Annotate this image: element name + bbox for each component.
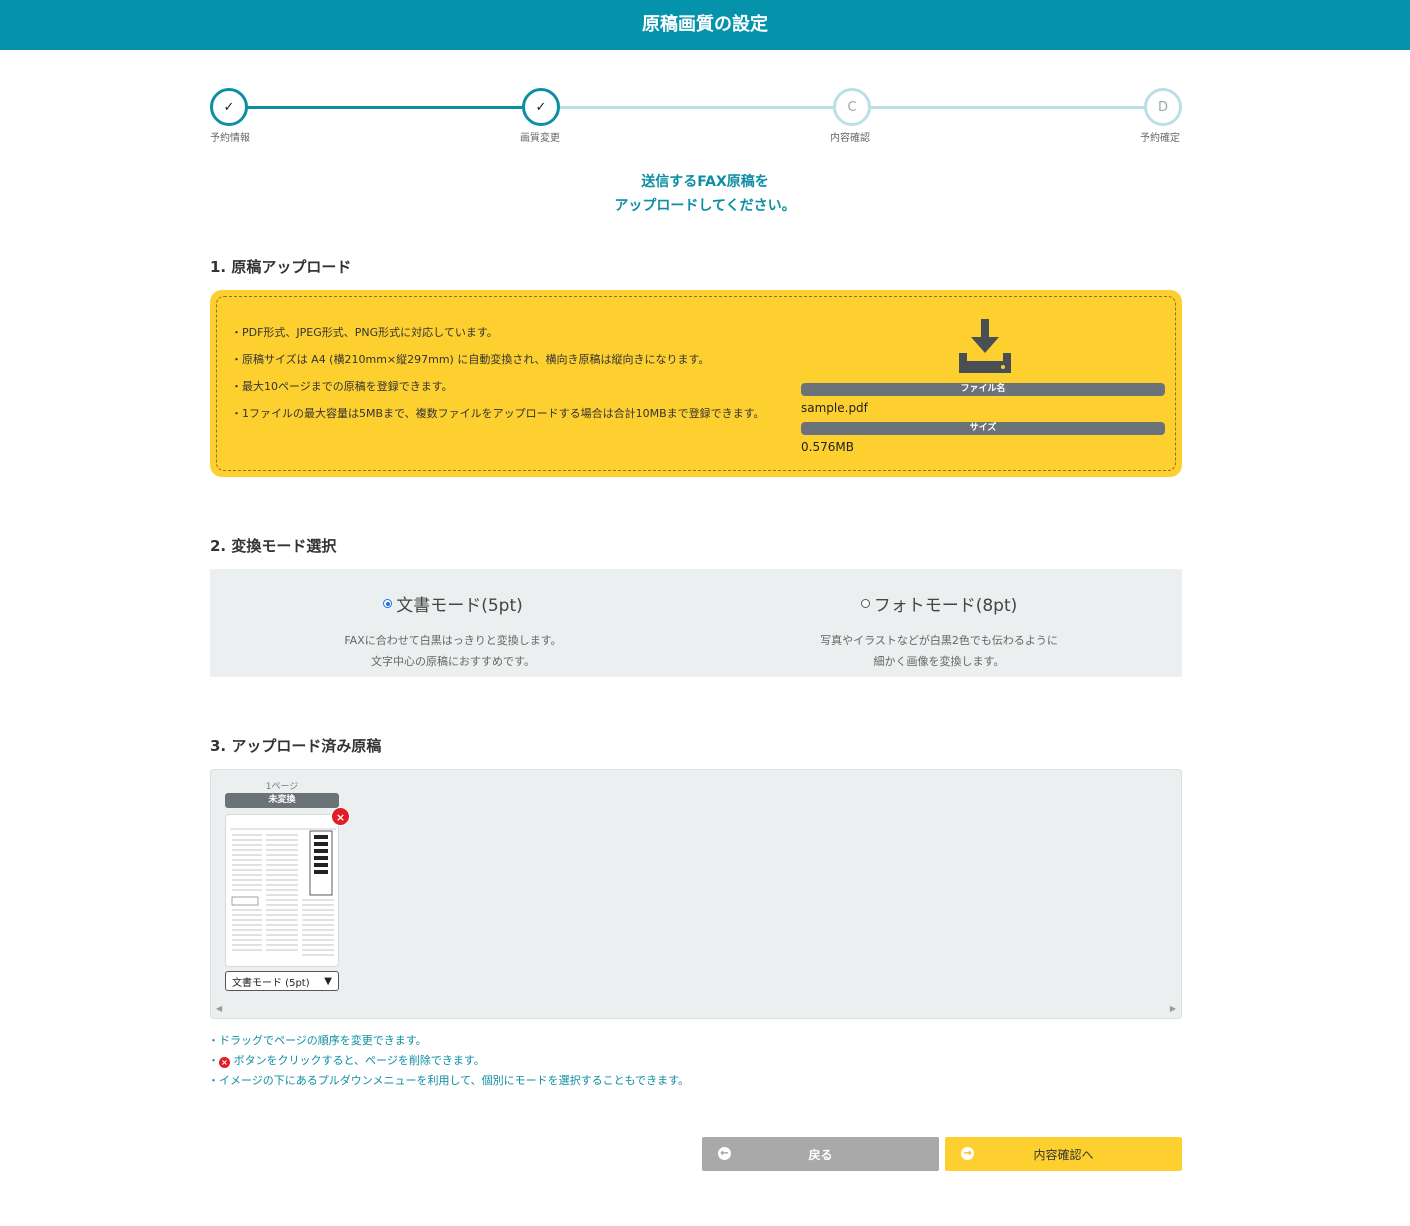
- file-name-label: ファイル名: [801, 383, 1165, 396]
- hint-drag: ・ドラッグでページの順序を変更できます。: [208, 1034, 427, 1047]
- mode-document-label: 文書モード(5pt): [396, 596, 523, 616]
- hint-pulldown: ・イメージの下にあるプルダウンメニューを利用して、個別にモードを選択することもで…: [208, 1074, 690, 1087]
- radio-photo-mode[interactable]: [860, 599, 870, 608]
- mode-option-photo[interactable]: フォトモード(8pt) 写真やイラストなどが白黒2色でも伝わるように 細かく画像…: [696, 591, 1182, 672]
- step-3-marker: C: [833, 88, 871, 126]
- mode-option-document[interactable]: 文書モード(5pt) FAXに合わせて白黒はっきりと変換します。 文字中心の原稿…: [210, 591, 696, 672]
- upload-dropzone[interactable]: ・PDF形式、JPEG形式、PNG形式に対応しています。 ・原稿サイズは A4 …: [210, 290, 1182, 477]
- step-2-check-icon: ✓: [522, 88, 560, 126]
- file-size-label: サイズ: [801, 422, 1165, 435]
- page-title: 原稿画質の設定: [642, 14, 768, 35]
- page-thumbnail[interactable]: [225, 814, 339, 967]
- next-confirm-button[interactable]: → 内容確認へ: [945, 1137, 1182, 1171]
- file-size-value: 0.576MB: [801, 440, 854, 454]
- pages-section-title: 3. アップロード済み原稿: [210, 737, 382, 755]
- hint-delete: ・ × ボタンをクリックすると、ページを削除できます。: [208, 1051, 689, 1071]
- arrow-left-icon: ←: [718, 1147, 731, 1160]
- mode-photo-label: フォトモード(8pt): [873, 596, 1018, 616]
- upload-note-4: ・1ファイルの最大容量は5MBまで、複数ファイルをアップロードする場合は合計10…: [231, 407, 765, 420]
- upload-notes: ・PDF形式、JPEG形式、PNG形式に対応しています。 ・原稿サイズは A4 …: [231, 319, 765, 427]
- page-header: 原稿画質の設定: [0, 0, 1410, 50]
- intro-line-1: 送信するFAX原稿を: [641, 174, 769, 190]
- upload-dropzone-inner: ・PDF形式、JPEG形式、PNG形式に対応しています。 ・原稿サイズは A4 …: [216, 296, 1176, 471]
- back-button[interactable]: ← 戻る: [702, 1137, 939, 1171]
- delete-x-icon: ×: [219, 1057, 230, 1068]
- mode-photo-desc-2: 細かく画像を変換します。: [873, 655, 1005, 668]
- intro-line-2: アップロードしてください。: [614, 198, 796, 214]
- arrow-right-icon: →: [961, 1147, 974, 1160]
- hint-delete-text: ボタンをクリックすると、ページを削除できます。: [233, 1054, 485, 1067]
- file-name-value: sample.pdf: [801, 401, 868, 415]
- next-button-label: 内容確認へ: [1033, 1147, 1094, 1162]
- progress-stepper: ✓ ✓ C D 予約情報 画質変更 内容確認 予約確定: [210, 88, 1182, 148]
- step-connector-3: [869, 106, 1147, 109]
- step-connector-2: [558, 106, 836, 109]
- upload-note-1: ・PDF形式、JPEG形式、PNG形式に対応しています。: [231, 326, 498, 339]
- page-mode-select[interactable]: 文書モード (5pt) ▼: [225, 971, 339, 991]
- step-3-label: 内容確認: [830, 133, 870, 144]
- step-1-label: 予約情報: [210, 133, 250, 144]
- mode-section-title: 2. 変換モード選択: [210, 537, 337, 555]
- upload-section-title: 1. 原稿アップロード: [210, 258, 352, 276]
- page-thumbnail-image: [230, 825, 336, 964]
- upload-note-2: ・原稿サイズは A4 (横210mm×縦297mm) に自動変換され、横向き原稿…: [231, 353, 710, 366]
- upload-note-3: ・最大10ページまでの原稿を登録できます。: [231, 380, 453, 393]
- page-number-label: 1ページ: [265, 782, 299, 792]
- mode-document-desc: FAXに合わせて白黒はっきりと変換します。 文字中心の原稿におすすめです。: [210, 630, 696, 672]
- mode-photo-desc: 写真やイラストなどが白黒2色でも伝わるように 細かく画像を変換します。: [696, 630, 1182, 672]
- uploaded-pages-list[interactable]: 1ページ 未変換 × 文書モード (5pt) ▼ ◀ ▶: [210, 769, 1182, 1019]
- page-status-badge: 未変換: [225, 793, 339, 808]
- radio-document-mode[interactable]: [383, 599, 393, 608]
- mode-document-desc-1: FAXに合わせて白黒はっきりと変換します。: [344, 634, 562, 647]
- step-2-label: 画質変更: [520, 133, 560, 144]
- page-mode-select-value: 文書モード (5pt): [232, 977, 310, 989]
- back-button-label: 戻る: [808, 1147, 833, 1162]
- mode-document-desc-2: 文字中心の原稿におすすめです。: [371, 655, 535, 668]
- mode-selector: 文書モード(5pt) FAXに合わせて白黒はっきりと変換します。 文字中心の原稿…: [210, 569, 1182, 677]
- step-connector-1: [246, 106, 524, 109]
- step-4-marker: D: [1144, 88, 1182, 126]
- step-4-label: 予約確定: [1140, 133, 1180, 144]
- download-icon[interactable]: [955, 317, 1015, 377]
- scroll-right-arrow-icon[interactable]: ▶: [1170, 1004, 1176, 1013]
- mode-photo-desc-1: 写真やイラストなどが白黒2色でも伝わるように: [820, 634, 1058, 647]
- chevron-down-icon: ▼: [324, 975, 332, 987]
- mode-option-photo-title[interactable]: フォトモード(8pt): [696, 591, 1182, 616]
- intro-message: 送信するFAX原稿を アップロードしてください。: [0, 170, 1410, 218]
- mode-option-document-title[interactable]: 文書モード(5pt): [210, 591, 696, 616]
- step-1-check-icon: ✓: [210, 88, 248, 126]
- usage-hints: ・ドラッグでページの順序を変更できます。 ・ × ボタンをクリックすると、ページを…: [208, 1031, 689, 1091]
- hint-delete-prefix: ・: [208, 1054, 219, 1067]
- delete-page-button[interactable]: ×: [331, 807, 350, 826]
- scroll-left-arrow-icon[interactable]: ◀: [216, 1004, 222, 1013]
